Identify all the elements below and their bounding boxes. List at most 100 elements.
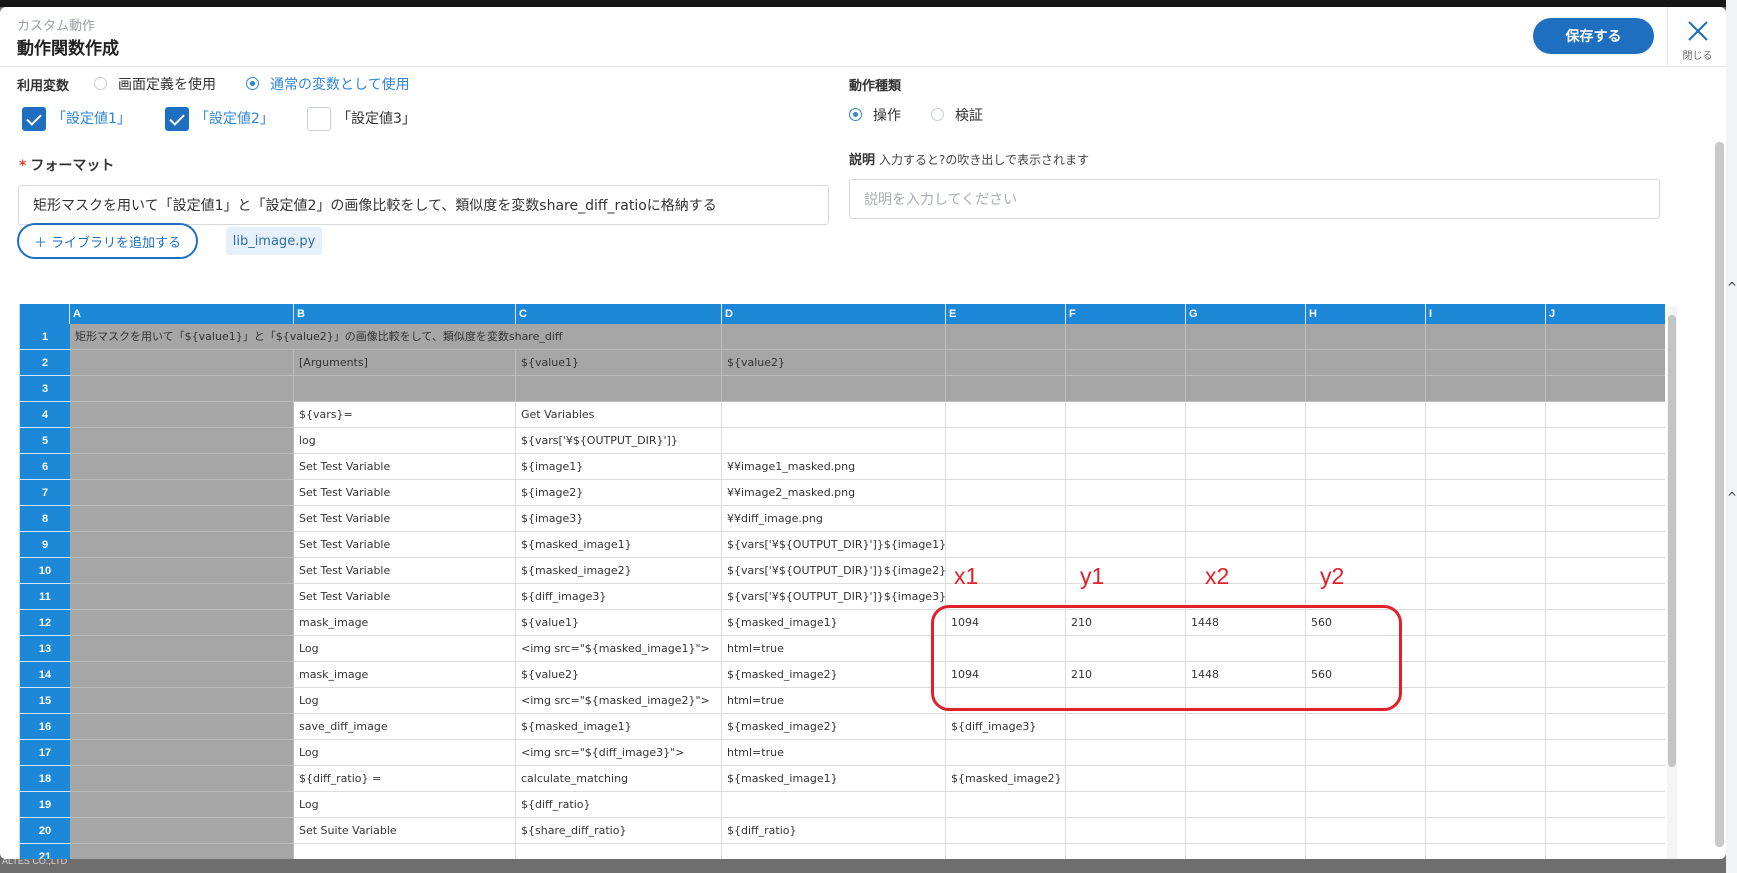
table-cell[interactable]	[1546, 636, 1665, 662]
row-number[interactable]: 7	[20, 480, 70, 506]
table-cell[interactable]	[70, 688, 294, 714]
table-cell[interactable]: ${masked_image1}	[516, 532, 722, 558]
table-cell[interactable]	[1306, 818, 1426, 844]
radio-verify[interactable]	[931, 108, 944, 121]
table-cell[interactable]: ${value1}	[516, 350, 722, 376]
table-cell[interactable]: ${diff_ratio} =	[294, 766, 516, 792]
table-cell[interactable]: ${masked_image2}	[722, 662, 946, 688]
table-cell[interactable]	[722, 428, 946, 454]
table-cell[interactable]	[70, 740, 294, 766]
table-cell[interactable]: Get Variables	[516, 402, 722, 428]
row-number[interactable]: 4	[20, 402, 70, 428]
table-cell[interactable]: ${share_diff_ratio}	[516, 818, 722, 844]
table-cell[interactable]: html=true	[722, 688, 946, 714]
table-cell[interactable]	[70, 376, 294, 402]
table-cell[interactable]	[70, 506, 294, 532]
table-cell[interactable]	[1546, 324, 1665, 350]
table-cell[interactable]	[1186, 714, 1306, 740]
table-cell[interactable]	[1426, 480, 1546, 506]
table-cell[interactable]	[1546, 662, 1665, 688]
table-cell[interactable]: <img src="${diff_image3}">	[516, 740, 722, 766]
table-cell[interactable]	[1426, 636, 1546, 662]
table-cell[interactable]: log	[294, 428, 516, 454]
table-cell[interactable]	[294, 376, 516, 402]
table-cell[interactable]	[946, 818, 1066, 844]
table-cell[interactable]: Set Test Variable	[294, 584, 516, 610]
table-cell[interactable]: ${diff_ratio}	[516, 792, 722, 818]
table-cell[interactable]	[1306, 324, 1426, 350]
format-input[interactable]: 矩形マスクを用いて「設定値1」と「設定値2」の画像比較をして、類似度を変数sha…	[18, 185, 829, 225]
table-cell[interactable]	[1066, 766, 1186, 792]
table-cell[interactable]	[722, 402, 946, 428]
table-cell[interactable]	[1426, 558, 1546, 584]
table-cell[interactable]: ${image1}	[516, 454, 722, 480]
table-cell[interactable]: Set Test Variable	[294, 558, 516, 584]
table-cell[interactable]	[1546, 714, 1665, 740]
table-cell[interactable]	[70, 584, 294, 610]
table-cell[interactable]	[1066, 714, 1186, 740]
table-cell[interactable]	[1066, 376, 1186, 402]
table-cell[interactable]: ${vars['¥${OUTPUT_DIR}']}${image2}	[722, 558, 946, 584]
column-header-h[interactable]: H	[1306, 304, 1426, 324]
table-cell[interactable]: ${image3}	[516, 506, 722, 532]
table-cell[interactable]	[1426, 688, 1546, 714]
table-cell[interactable]: 矩形マスクを用いて「${value1}」と「${value2}」の画像比較をして…	[70, 324, 562, 350]
table-cell[interactable]	[1546, 506, 1665, 532]
table-cell[interactable]	[294, 844, 516, 859]
table-cell[interactable]	[1066, 428, 1186, 454]
add-library-button[interactable]: ＋ ライブラリを追加する	[17, 223, 198, 259]
table-cell[interactable]	[1546, 402, 1665, 428]
table-cell[interactable]	[722, 376, 946, 402]
table-cell[interactable]: Set Test Variable	[294, 454, 516, 480]
row-number[interactable]: 13	[20, 636, 70, 662]
table-cell[interactable]	[1306, 714, 1426, 740]
table-cell[interactable]	[1306, 402, 1426, 428]
table-cell[interactable]	[1306, 844, 1426, 859]
table-cell[interactable]	[1066, 506, 1186, 532]
table-cell[interactable]: Set Test Variable	[294, 480, 516, 506]
row-number[interactable]: 18	[20, 766, 70, 792]
table-cell[interactable]	[1426, 428, 1546, 454]
table-cell[interactable]	[1066, 740, 1186, 766]
table-cell[interactable]	[946, 844, 1066, 859]
table-cell[interactable]	[70, 818, 294, 844]
save-button[interactable]: 保存する	[1533, 18, 1654, 54]
table-cell[interactable]	[946, 740, 1066, 766]
table-cell[interactable]: ${vars}=	[294, 402, 516, 428]
table-cell[interactable]: ${masked_image1}	[722, 610, 946, 636]
table-cell[interactable]	[1186, 740, 1306, 766]
row-number[interactable]: 10	[20, 558, 70, 584]
table-cell[interactable]	[70, 402, 294, 428]
column-header-a[interactable]: A	[70, 304, 294, 324]
modal-scrollbar[interactable]	[1715, 142, 1724, 847]
table-cell[interactable]	[1186, 324, 1306, 350]
table-cell[interactable]	[1546, 532, 1665, 558]
table-cell[interactable]	[1546, 480, 1665, 506]
table-cell[interactable]: ${value2}	[516, 662, 722, 688]
table-cell[interactable]	[722, 792, 946, 818]
row-number[interactable]: 5	[20, 428, 70, 454]
table-cell[interactable]	[1546, 454, 1665, 480]
table-cell[interactable]	[1306, 454, 1426, 480]
table-cell[interactable]	[1426, 454, 1546, 480]
row-number[interactable]: 12	[20, 610, 70, 636]
table-cell[interactable]	[1546, 766, 1665, 792]
table-cell[interactable]	[1546, 350, 1665, 376]
table-cell[interactable]	[1546, 740, 1665, 766]
table-cell[interactable]	[1426, 402, 1546, 428]
table-cell[interactable]: ${masked_image1}	[516, 714, 722, 740]
row-number[interactable]: 19	[20, 792, 70, 818]
table-cell[interactable]	[70, 558, 294, 584]
row-number[interactable]: 1	[20, 324, 70, 350]
table-cell[interactable]: ${diff_image3}	[946, 714, 1066, 740]
table-cell[interactable]	[1546, 792, 1665, 818]
table-cell[interactable]	[946, 376, 1066, 402]
table-cell[interactable]	[1306, 532, 1426, 558]
table-cell[interactable]	[1546, 610, 1665, 636]
checkbox-value2[interactable]	[165, 107, 189, 131]
table-cell[interactable]	[70, 714, 294, 740]
table-cell[interactable]	[1186, 402, 1306, 428]
table-cell[interactable]	[1426, 584, 1546, 610]
table-cell[interactable]	[1066, 844, 1186, 859]
row-number[interactable]: 8	[20, 506, 70, 532]
